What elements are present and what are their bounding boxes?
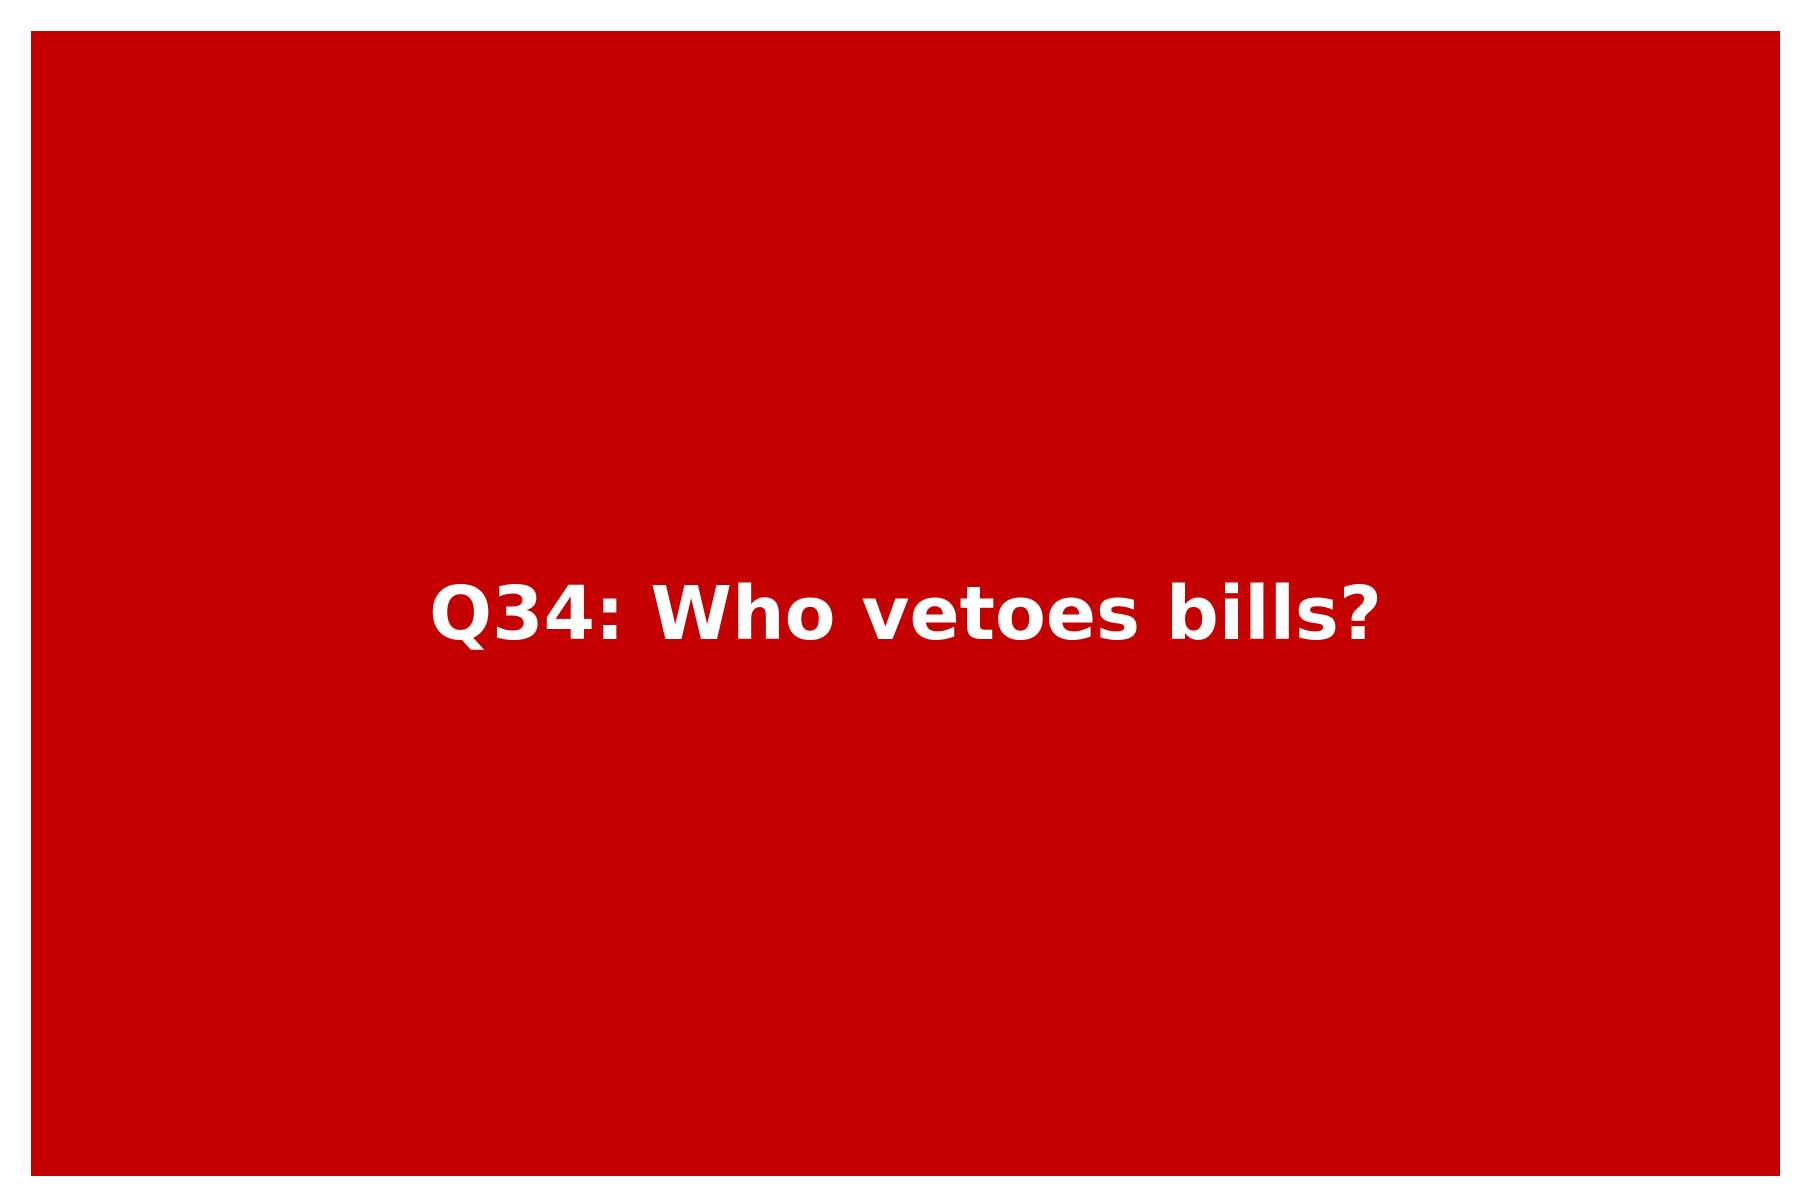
question-text: Q34: Who vetoes bills?	[429, 570, 1382, 657]
question-card: Q34: Who vetoes bills?	[31, 31, 1780, 1176]
